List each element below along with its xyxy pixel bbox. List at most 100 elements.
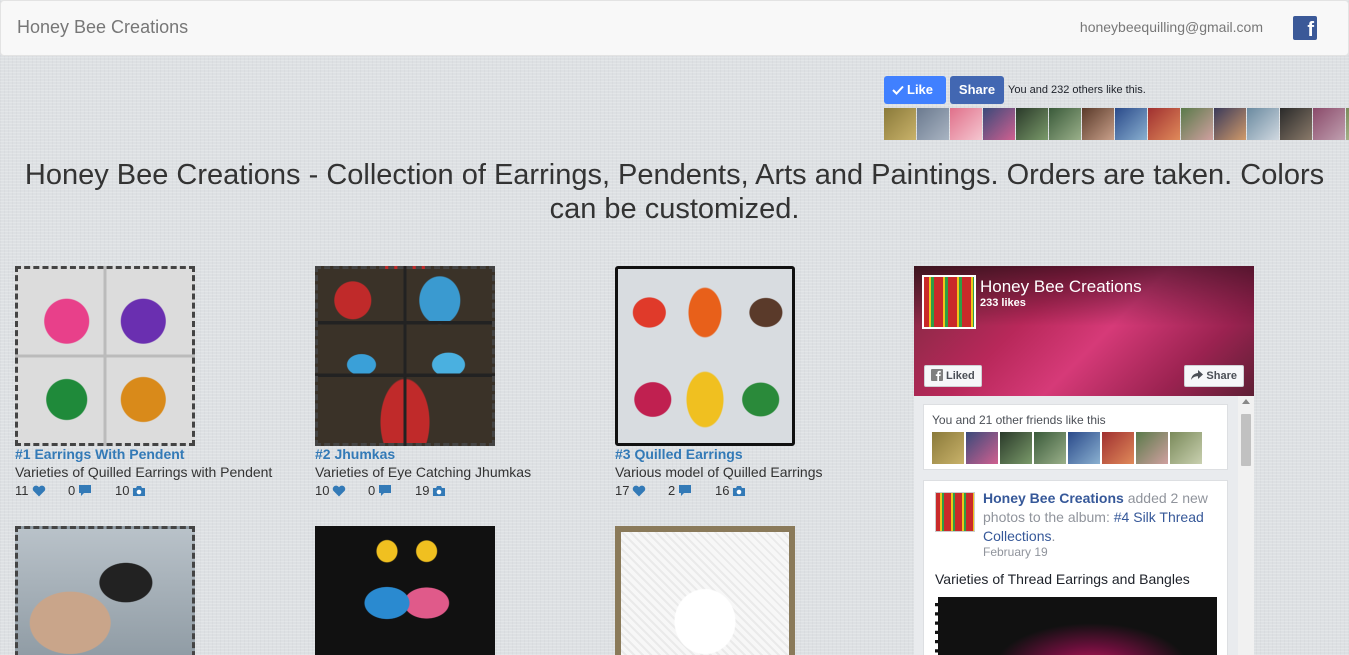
facebook-page-plugin: Honey Bee Creations 233 likes Liked Shar… [914,266,1254,655]
like-button-label: Like [907,82,934,97]
page-share-button[interactable]: Share [1184,365,1244,387]
page-likes-count: 233 likes [980,297,1026,309]
page-avatar[interactable] [922,275,976,329]
like-social-text: You and 232 others like this. [1008,84,1146,96]
post-author-link[interactable]: Honey Bee Creations [983,490,1124,506]
album-title-link[interactable]: #1 Earrings With Pendent [15,446,295,462]
likes-value: 17 [615,483,630,498]
post-date[interactable]: February 19 [983,545,1048,559]
page-name-link[interactable]: Honey Bee Creations [980,277,1142,297]
feed-scrollbar[interactable] [1238,396,1254,655]
camera-icon [433,485,446,496]
post-header: Honey Bee Creations added 2 new photos t… [983,490,1208,544]
photos-value: 16 [715,483,730,498]
album-thumbnail[interactable] [315,526,495,655]
email-link[interactable]: honeybeequilling@gmail.com [1080,19,1263,35]
friend-avatar[interactable] [1049,108,1081,140]
post-author-avatar[interactable] [935,492,975,532]
likes-count: 11 [15,483,68,498]
friend-avatar[interactable] [932,432,964,464]
friend-avatar[interactable] [1170,432,1202,464]
photos-count: 19 [415,483,446,498]
photos-value: 10 [115,483,130,498]
friends-like-box: You and 21 other friends like this [923,404,1228,470]
like-button[interactable]: Like [884,76,946,104]
post-text: Varieties of Thread Earrings and Bangles [935,571,1190,587]
liked-button[interactable]: Liked [924,365,982,387]
friend-avatar[interactable] [1214,108,1246,140]
album-card: #3 Quilled Earrings Various model of Qui… [615,266,895,498]
page-headline: Honey Bee Creations - Collection of Earr… [24,159,1325,225]
album-thumbnail[interactable] [315,266,495,446]
album-thumbnail[interactable] [15,266,195,446]
friend-avatar[interactable] [1034,432,1066,464]
friend-avatar[interactable] [1068,432,1100,464]
album-card: #2 Jhumkas Varieties of Eye Catching Jhu… [315,266,595,498]
camera-icon [133,485,146,496]
comments-value: 2 [668,483,676,498]
friend-avatar[interactable] [1247,108,1279,140]
heart-icon [32,485,45,496]
friend-avatar[interactable] [1313,108,1345,140]
comment-icon [679,485,692,496]
comments-count: 0 [368,483,415,498]
scrollbar-thumb[interactable] [1241,414,1251,466]
heart-icon [633,485,646,496]
album-thumbnail[interactable] [615,526,795,655]
navbar: Honey Bee Creations honeybeequilling@gma… [0,0,1349,56]
album-thumbnail[interactable] [615,266,795,446]
friend-faces [884,108,1349,140]
comments-count: 2 [668,483,715,498]
album-description: Varieties of Eye Catching Jhumkas [315,464,532,480]
friends-like-text: You and 21 other friends like this [932,413,1106,427]
page-feed[interactable]: You and 21 other friends like this Honey… [914,396,1254,655]
album-card: #1 Earrings With Pendent Varieties of Qu… [15,266,295,498]
album-thumbnail[interactable] [15,526,195,655]
heart-icon [333,485,346,496]
liked-button-label: Liked [946,370,975,382]
album-description: Varieties of Quilled Earrings with Pende… [15,464,273,480]
friend-avatar[interactable] [1102,432,1134,464]
friend-avatar[interactable] [1016,108,1048,140]
album-stats: 10 0 19 [315,483,595,498]
brand-link[interactable]: Honey Bee Creations [17,17,188,38]
likes-value: 11 [15,483,29,498]
page-share-label: Share [1206,370,1237,382]
post-image[interactable] [935,597,1217,655]
friend-avatar[interactable] [983,108,1015,140]
comments-value: 0 [368,483,376,498]
photos-count: 10 [115,483,146,498]
check-icon [892,85,904,95]
comment-icon [79,485,92,496]
album-card [615,526,895,655]
album-title-link[interactable]: #3 Quilled Earrings [615,446,895,462]
friend-avatar[interactable] [917,108,949,140]
friend-avatar[interactable] [1115,108,1147,140]
camera-icon [733,485,746,496]
page-cover-photo[interactable]: Honey Bee Creations 233 likes Liked Shar… [914,266,1254,396]
facebook-small-icon [931,369,943,381]
friend-avatar[interactable] [1082,108,1114,140]
likes-count: 10 [315,483,368,498]
friend-avatar[interactable] [1136,432,1168,464]
feed-post: Honey Bee Creations added 2 new photos t… [923,480,1228,655]
friends-faces [932,432,1204,464]
album-card [15,526,295,655]
scroll-up-icon[interactable] [1242,399,1250,404]
album-stats: 17 2 16 [615,483,895,498]
album-card [315,526,595,655]
share-arrow-icon [1191,370,1204,380]
friend-avatar[interactable] [884,108,916,140]
comments-count: 0 [68,483,115,498]
share-button[interactable]: Share [950,76,1004,104]
friend-avatar[interactable] [950,108,982,140]
likes-count: 17 [615,483,668,498]
friend-avatar[interactable] [1148,108,1180,140]
friend-avatar[interactable] [1280,108,1312,140]
album-stats: 11 0 10 [15,483,295,498]
friend-avatar[interactable] [966,432,998,464]
friend-avatar[interactable] [1181,108,1213,140]
friend-avatar[interactable] [1000,432,1032,464]
facebook-icon[interactable]: f [1293,16,1317,40]
album-title-link[interactable]: #2 Jhumkas [315,446,595,462]
